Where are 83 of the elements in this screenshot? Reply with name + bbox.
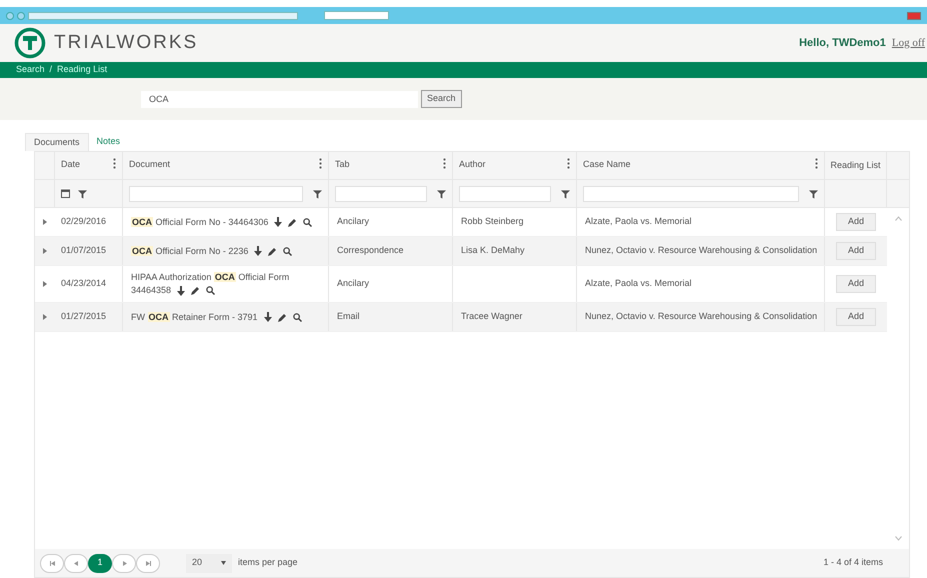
document-title: OCA Official Form No - 34464306: [131, 216, 312, 228]
expand-icon[interactable]: [43, 219, 47, 225]
logo-text: TRIALWORKS: [54, 30, 198, 55]
author-cell-text: Tracee Wagner: [461, 310, 522, 324]
column-menu-icon[interactable]: [443, 158, 446, 169]
date-cell-text: 01/07/2015: [61, 244, 106, 258]
column-header: Tab: [335, 158, 350, 171]
date-cell-text: 01/27/2015: [61, 310, 106, 324]
filter-icon[interactable]: [437, 188, 446, 198]
column-menu-icon[interactable]: [319, 158, 322, 169]
filter-field[interactable]: [459, 186, 551, 202]
pencil-icon[interactable]: [268, 246, 278, 256]
filter-icon[interactable]: [561, 188, 570, 198]
pencil-icon[interactable]: [288, 218, 298, 227]
search-button[interactable]: Search: [421, 90, 462, 108]
download-icon[interactable]: [177, 286, 186, 296]
tab-cell-text: Ancilary: [337, 215, 370, 228]
search-icon[interactable]: [206, 286, 216, 296]
download-icon[interactable]: [264, 312, 272, 322]
next-page-icon: [122, 560, 126, 566]
greeting: Hello, TWDemo1: [799, 36, 886, 51]
logo-icon: [14, 27, 46, 59]
filter-field[interactable]: [335, 186, 427, 202]
tab-cell-text: Correspondence: [337, 244, 404, 258]
column-header: Case Name: [583, 158, 631, 171]
page-button[interactable]: 1: [88, 554, 112, 572]
search-icon[interactable]: [292, 312, 302, 322]
item-count: 1 - 4 of 4 items: [823, 556, 883, 570]
last-page-button[interactable]: [136, 554, 160, 572]
first-page-icon: [50, 560, 54, 566]
first-page-button[interactable]: [40, 554, 64, 572]
breadcrumb-link[interactable]: Search: [16, 63, 45, 77]
add-button[interactable]: Add: [836, 275, 876, 293]
search-icon[interactable]: [283, 246, 292, 256]
page-size-label: items per page: [238, 556, 298, 570]
column-menu-icon[interactable]: [113, 158, 116, 169]
document-title: HIPAA Authorization OCA Official Form 34464358: [131, 271, 290, 297]
expand-icon[interactable]: [43, 314, 47, 320]
column-menu-icon[interactable]: [567, 158, 570, 169]
pencil-icon[interactable]: [278, 312, 287, 322]
page-size-dropdown[interactable]: 20: [186, 554, 232, 572]
document-title: FW OCA Retainer Form - 3791: [131, 310, 302, 324]
breadcrumb-separator: /: [50, 63, 52, 76]
search-field[interactable]: OCA: [141, 90, 418, 108]
filter-field[interactable]: [129, 186, 303, 202]
add-button[interactable]: Add: [836, 242, 876, 260]
date-cell-text: 04/23/2014: [61, 277, 106, 290]
logoff-link[interactable]: Log off: [892, 34, 925, 52]
search-icon[interactable]: [303, 218, 312, 227]
column-menu-icon[interactable]: [815, 158, 818, 169]
case-name-cell-text: Nunez, Octavio v. Resource Warehousing & Consolidation: [585, 310, 818, 324]
author-cell-text: Lisa K. DeMahy: [461, 244, 525, 258]
calendar-icon[interactable]: [61, 189, 70, 198]
column-header: Date: [61, 158, 80, 171]
tab-cell-text: Email: [337, 310, 360, 324]
address-field[interactable]: [28, 12, 298, 20]
filter-icon[interactable]: [78, 188, 87, 198]
expand-icon[interactable]: [43, 248, 47, 254]
author-cell-text: Robb Steinberg: [461, 215, 524, 228]
add-button[interactable]: Add: [836, 213, 876, 231]
add-button[interactable]: Add: [836, 308, 876, 326]
filter-icon[interactable]: [313, 188, 322, 198]
expand-icon[interactable]: [43, 281, 47, 287]
previous-page-icon: [74, 560, 78, 566]
case-name-cell-text: Nunez, Octavio v. Resource Warehousing & Consolidation: [585, 244, 818, 258]
tab-cell-text: Ancilary: [337, 277, 370, 290]
last-page-icon: [146, 560, 150, 566]
tab[interactable]: Documents: [25, 133, 89, 151]
caret-icon: [221, 561, 226, 565]
case-name-cell-text: Alzate, Paola vs. Memorial: [585, 215, 692, 228]
download-icon[interactable]: [254, 246, 262, 256]
download-icon[interactable]: [274, 217, 282, 228]
column-header: Author: [459, 158, 486, 171]
case-name-cell-text: Alzate, Paola vs. Memorial: [585, 277, 692, 290]
filter-field[interactable]: [583, 186, 799, 202]
pencil-icon[interactable]: [191, 286, 200, 296]
column-header: Reading List: [830, 158, 881, 172]
date-cell-text: 02/29/2016: [61, 215, 106, 228]
column-header: Document: [129, 158, 170, 171]
breadcrumb-link[interactable]: Reading List: [57, 63, 108, 77]
tab[interactable]: Notes: [88, 133, 128, 151]
document-title: OCA Official Form No - 2236: [131, 244, 292, 258]
filter-icon[interactable]: [809, 188, 818, 198]
